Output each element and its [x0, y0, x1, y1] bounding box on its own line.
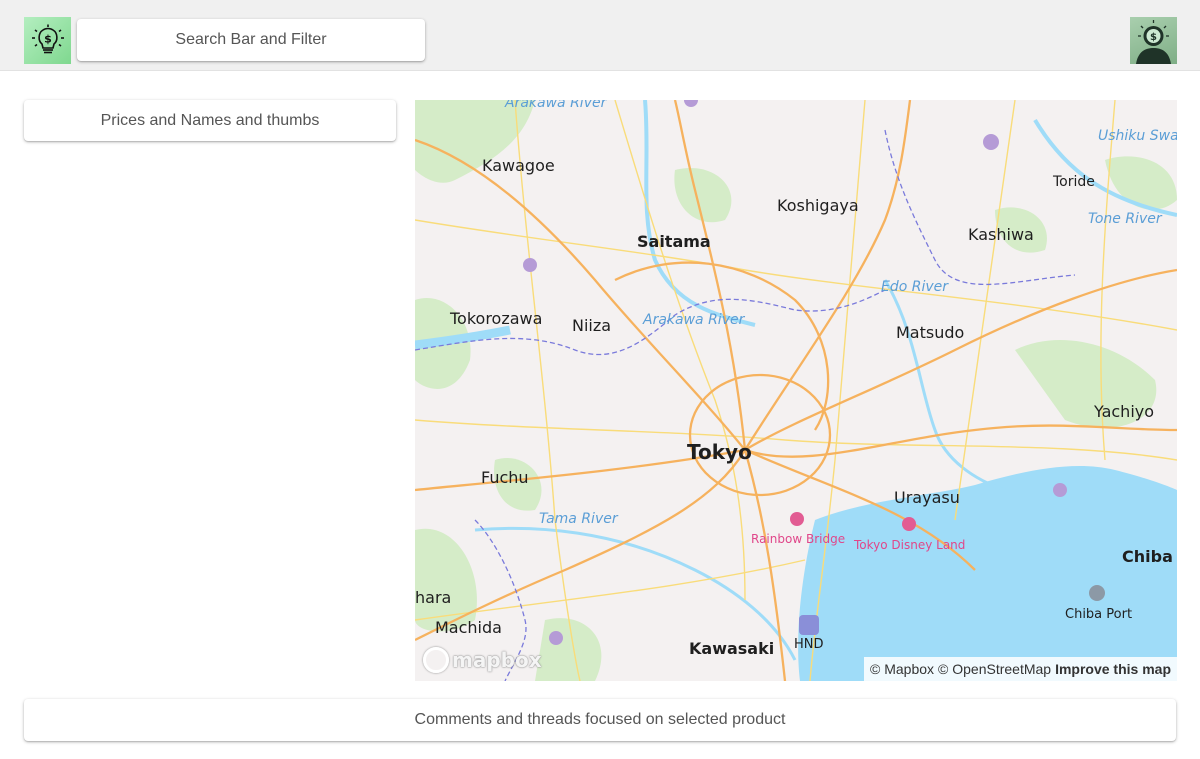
search-bar-label: Search Bar and Filter	[175, 31, 327, 48]
attribution-mapbox-link[interactable]: © Mapbox	[870, 661, 934, 677]
map-label-rainbow-bridge: Rainbow Bridge	[751, 532, 845, 546]
svg-text:$: $	[44, 32, 52, 45]
attribution-osm-link[interactable]: © OpenStreetMap	[938, 661, 1051, 677]
map-label-edo: Edo River	[881, 279, 949, 295]
map-label-hara: hara	[415, 588, 451, 607]
map-label-arakawa-mid: Arakawa River	[642, 312, 746, 328]
map-label-kashiwa: Kashiwa	[968, 225, 1034, 244]
product-listing-panel[interactable]: Prices and Names and thumbs	[24, 100, 396, 141]
map-label-urayasu: Urayasu	[894, 488, 960, 507]
map-label-saitama: Saitama	[637, 232, 711, 251]
map-label-kawagoe: Kawagoe	[482, 156, 555, 175]
map-label-fuchu: Fuchu	[481, 468, 529, 487]
map-label-ushiku: Ushiku Swa	[1098, 128, 1177, 144]
search-bar-button[interactable]: Search Bar and Filter	[77, 19, 425, 61]
map-canvas[interactable]: Tokyo Saitama Kawagoe Koshigaya Toride K…	[415, 100, 1177, 681]
map-label-niiza: Niiza	[572, 316, 611, 335]
map-label-tokyo: Tokyo	[687, 440, 752, 464]
map-label-yachiyo: Yachiyo	[1093, 402, 1154, 421]
map-label-chiba-port: Chiba Port	[1065, 607, 1132, 622]
map-label-tokorozawa: Tokorozawa	[449, 309, 542, 328]
product-listing-label: Prices and Names and thumbs	[100, 111, 320, 129]
map-label-chiba: Chiba	[1122, 547, 1173, 566]
svg-text:$: $	[1150, 32, 1157, 43]
map-label-tokyo-disney-land: Tokyo Disney Land	[853, 538, 965, 552]
map-label-tama: Tama River	[539, 511, 619, 527]
top-bar: $ Search Bar and Filter $	[0, 0, 1200, 71]
map-view[interactable]: Tokyo Saitama Kawagoe Koshigaya Toride K…	[415, 100, 1177, 681]
map-label-hnd: HND	[794, 637, 824, 652]
comments-panel[interactable]: Comments and threads focused on selected…	[24, 699, 1176, 741]
map-label-tone: Tone River	[1088, 211, 1163, 227]
map-label-toride: Toride	[1052, 174, 1095, 190]
map-attribution: © Mapbox © OpenStreetMap Improve this ma…	[864, 657, 1177, 681]
map-label-kawasaki: Kawasaki	[689, 639, 774, 658]
map-label-matsudo: Matsudo	[896, 323, 964, 342]
improve-map-link[interactable]: Improve this map	[1055, 661, 1171, 677]
map-label-machida: Machida	[435, 618, 502, 637]
mapbox-logo-text: mapbox	[452, 648, 542, 672]
mapbox-logo[interactable]: mapbox	[423, 647, 542, 673]
comments-label: Comments and threads focused on selected…	[414, 711, 786, 728]
lightbulb-dollar-icon[interactable]: $	[24, 17, 71, 64]
map-label-arakawa-top: Arakawa River	[504, 100, 608, 111]
user-avatar-icon[interactable]: $	[1130, 17, 1177, 64]
map-label-koshigaya: Koshigaya	[777, 196, 859, 215]
mapbox-logo-icon	[423, 647, 449, 673]
